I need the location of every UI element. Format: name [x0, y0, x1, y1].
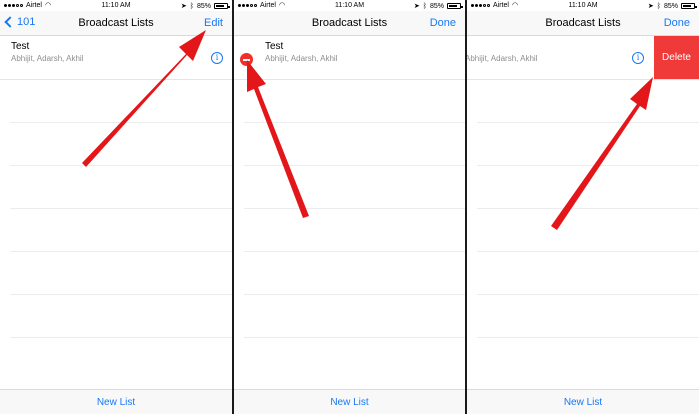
divider	[477, 251, 699, 252]
bottom-bar: New List	[467, 389, 699, 414]
divider	[10, 122, 232, 123]
delete-minus-icon[interactable]	[240, 53, 253, 66]
screen-2: Airtel ◠ 11:10 AM ➤ ᛒ 85% Broadcast List…	[234, 0, 465, 414]
divider	[10, 208, 232, 209]
divider	[477, 208, 699, 209]
info-icon[interactable]: i	[632, 52, 644, 64]
delete-button[interactable]: Delete	[654, 36, 699, 79]
list-item-title: Test	[265, 41, 284, 52]
nav-bar: 101 Broadcast Lists Edit	[0, 11, 232, 36]
list-item-members: Abhijit, Adarsh, Akhil	[467, 54, 538, 63]
done-button[interactable]: Done	[664, 17, 690, 29]
info-icon[interactable]: i	[211, 52, 223, 64]
list-item-members: Abhijit, Adarsh, Akhil	[265, 54, 338, 63]
divider	[10, 294, 232, 295]
new-list-button[interactable]: New List	[0, 397, 232, 408]
list-item-members: Abhijit, Adarsh, Akhil	[11, 54, 84, 63]
bluetooth-icon: ᛒ	[656, 2, 661, 10]
divider	[244, 122, 465, 123]
divider	[477, 337, 699, 338]
divider	[244, 294, 465, 295]
battery-icon	[214, 3, 230, 9]
bottom-bar: New List	[0, 389, 232, 414]
broadcast-list-item[interactable]: Abhijit, Adarsh, Akhil i Delete	[467, 36, 699, 80]
broadcast-list-item[interactable]: Test Abhijit, Adarsh, Akhil i	[0, 36, 232, 80]
list-item-title: Test	[11, 41, 30, 52]
status-bar: Airtel ◠ 11:10 AM ➤ ᛒ 85%	[0, 0, 232, 11]
bluetooth-icon: ᛒ	[189, 2, 194, 10]
battery-icon	[681, 3, 697, 9]
page-title: Broadcast Lists	[78, 17, 154, 29]
new-list-button[interactable]: New List	[467, 397, 699, 408]
location-icon: ➤	[413, 3, 420, 10]
edit-button[interactable]: Edit	[204, 17, 223, 29]
divider	[477, 122, 699, 123]
divider	[10, 165, 232, 166]
bottom-bar: New List	[234, 389, 465, 414]
divider	[477, 294, 699, 295]
battery-percent: 85%	[663, 2, 678, 10]
battery-icon	[447, 3, 463, 9]
battery-percent: 85%	[196, 2, 211, 10]
location-icon: ➤	[180, 3, 187, 10]
nav-bar: Broadcast Lists Done	[234, 11, 465, 36]
divider	[10, 251, 232, 252]
divider	[477, 165, 699, 166]
divider	[244, 208, 465, 209]
battery-percent: 85%	[429, 2, 444, 10]
divider	[244, 165, 465, 166]
divider	[244, 337, 465, 338]
done-button[interactable]: Done	[430, 17, 456, 29]
divider	[10, 337, 232, 338]
bluetooth-icon: ᛒ	[422, 2, 427, 10]
new-list-button[interactable]: New List	[234, 397, 465, 408]
screen-3: Airtel ◠ 11:10 AM ➤ ᛒ 85% Broadcast List…	[467, 0, 699, 414]
status-bar: Airtel ◠ 11:10 AM ➤ ᛒ 85%	[467, 0, 699, 11]
status-bar: Airtel ◠ 11:10 AM ➤ ᛒ 85%	[234, 0, 465, 11]
tutorial-image: Airtel ◠ 11:10 AM ➤ ᛒ 85% 101 Broadcast …	[0, 0, 699, 414]
location-icon: ➤	[647, 3, 654, 10]
divider	[244, 251, 465, 252]
broadcast-list-item[interactable]: Test Abhijit, Adarsh, Akhil	[234, 36, 465, 80]
screen-1: Airtel ◠ 11:10 AM ➤ ᛒ 85% 101 Broadcast …	[0, 0, 232, 414]
nav-bar: Broadcast Lists Done	[467, 11, 699, 36]
